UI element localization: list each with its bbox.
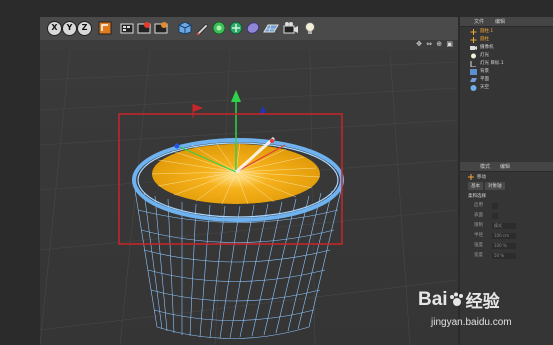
- object-list: 圆柱.1 圆柱 摄像机 灯光 灯光 目标.1 背景 平面 天空: [460, 27, 553, 92]
- y-axis-button[interactable]: Y: [62, 20, 77, 36]
- subdivision-icon[interactable]: [212, 20, 226, 36]
- enable-checkbox[interactable]: [492, 203, 498, 209]
- cube-icon[interactable]: [178, 20, 192, 36]
- attr-row-radius[interactable]: 半径 100 cm: [460, 231, 553, 241]
- attr-row-enable[interactable]: 启用: [460, 201, 553, 211]
- coordinate-system-icon[interactable]: [98, 20, 112, 36]
- null-icon: [470, 29, 477, 35]
- plane-icon: [470, 78, 477, 82]
- object-manager-header: 文件 编辑: [460, 17, 553, 27]
- attr-row-strength[interactable]: 强度 100 %: [460, 241, 553, 251]
- tab-file[interactable]: 文件: [474, 18, 484, 25]
- object-row-light[interactable]: 灯光: [470, 52, 553, 60]
- subtab-basic[interactable]: 基本: [468, 182, 483, 190]
- camera-icon: [470, 46, 477, 50]
- surface-checkbox[interactable]: [492, 213, 498, 219]
- width-field[interactable]: 50 %: [492, 253, 516, 259]
- main-toolbar: X Y Z: [40, 17, 458, 41]
- strength-field[interactable]: 100 %: [492, 243, 516, 249]
- object-row-sky[interactable]: 天空: [470, 84, 553, 92]
- light-icon[interactable]: [303, 20, 317, 36]
- viewport-nav-icons[interactable]: ✥ ⇔ ⊕ ▣: [416, 40, 454, 48]
- x-axis-button[interactable]: X: [47, 20, 62, 36]
- move-icon: [468, 174, 474, 180]
- object-row-target-light[interactable]: 灯光 目标.1: [470, 60, 553, 68]
- tab-mode[interactable]: 模式: [480, 163, 490, 170]
- attribute-subtabs: 基本 对象轴: [460, 180, 553, 190]
- render-settings-icon[interactable]: [154, 20, 168, 36]
- object-row-background[interactable]: 背景: [470, 68, 553, 76]
- radius-field[interactable]: 100 cm: [492, 233, 516, 239]
- paw-icon: [449, 292, 463, 306]
- cup-wireframe: [134, 189, 342, 339]
- attr-row-surface[interactable]: 表面: [460, 211, 553, 221]
- pen-icon[interactable]: [195, 20, 209, 36]
- cloner-icon[interactable]: [229, 20, 243, 36]
- camera-icon[interactable]: [283, 20, 299, 36]
- viewport-header: ✥ ⇔ ⊕ ▣: [40, 40, 458, 50]
- baidu-watermark-url: jingyan.baidu.com: [431, 317, 512, 328]
- 3d-viewport[interactable]: [40, 50, 458, 345]
- deformer-icon[interactable]: [246, 20, 260, 36]
- subtab-object-axis[interactable]: 对象轴: [485, 182, 505, 190]
- attr-row-limit[interactable]: 限制 模式: [460, 221, 553, 231]
- object-row-cylinder[interactable]: 圆柱: [470, 36, 553, 44]
- object-row-camera[interactable]: 摄像机: [470, 44, 553, 52]
- tab-edit[interactable]: 编辑: [495, 18, 505, 25]
- render-icon[interactable]: [137, 20, 151, 36]
- object-row-cylinder-1[interactable]: 圆柱.1: [470, 28, 553, 36]
- render-view-icon[interactable]: [120, 20, 134, 36]
- baidu-watermark-logo: Bai 经验: [418, 288, 500, 313]
- target-light-icon: [470, 61, 476, 67]
- null-icon: [470, 37, 477, 43]
- limit-field[interactable]: 模式: [492, 223, 516, 229]
- mode-label: 移动: [477, 175, 486, 180]
- light-icon: [471, 53, 476, 59]
- tab-attr-edit[interactable]: 编辑: [500, 163, 510, 170]
- sky-icon: [470, 85, 477, 91]
- attr-row-width[interactable]: 宽度 50 %: [460, 251, 553, 261]
- attribute-manager-header: 模式 编辑: [460, 162, 553, 172]
- section-title: 柔和选择: [468, 194, 486, 199]
- background-icon: [470, 69, 477, 75]
- object-row-plane[interactable]: 平面: [470, 76, 553, 84]
- floor-icon[interactable]: [263, 20, 279, 36]
- z-axis-button[interactable]: Z: [77, 20, 92, 36]
- mode-row: 移动: [460, 172, 553, 180]
- viewport-scene: [40, 50, 458, 345]
